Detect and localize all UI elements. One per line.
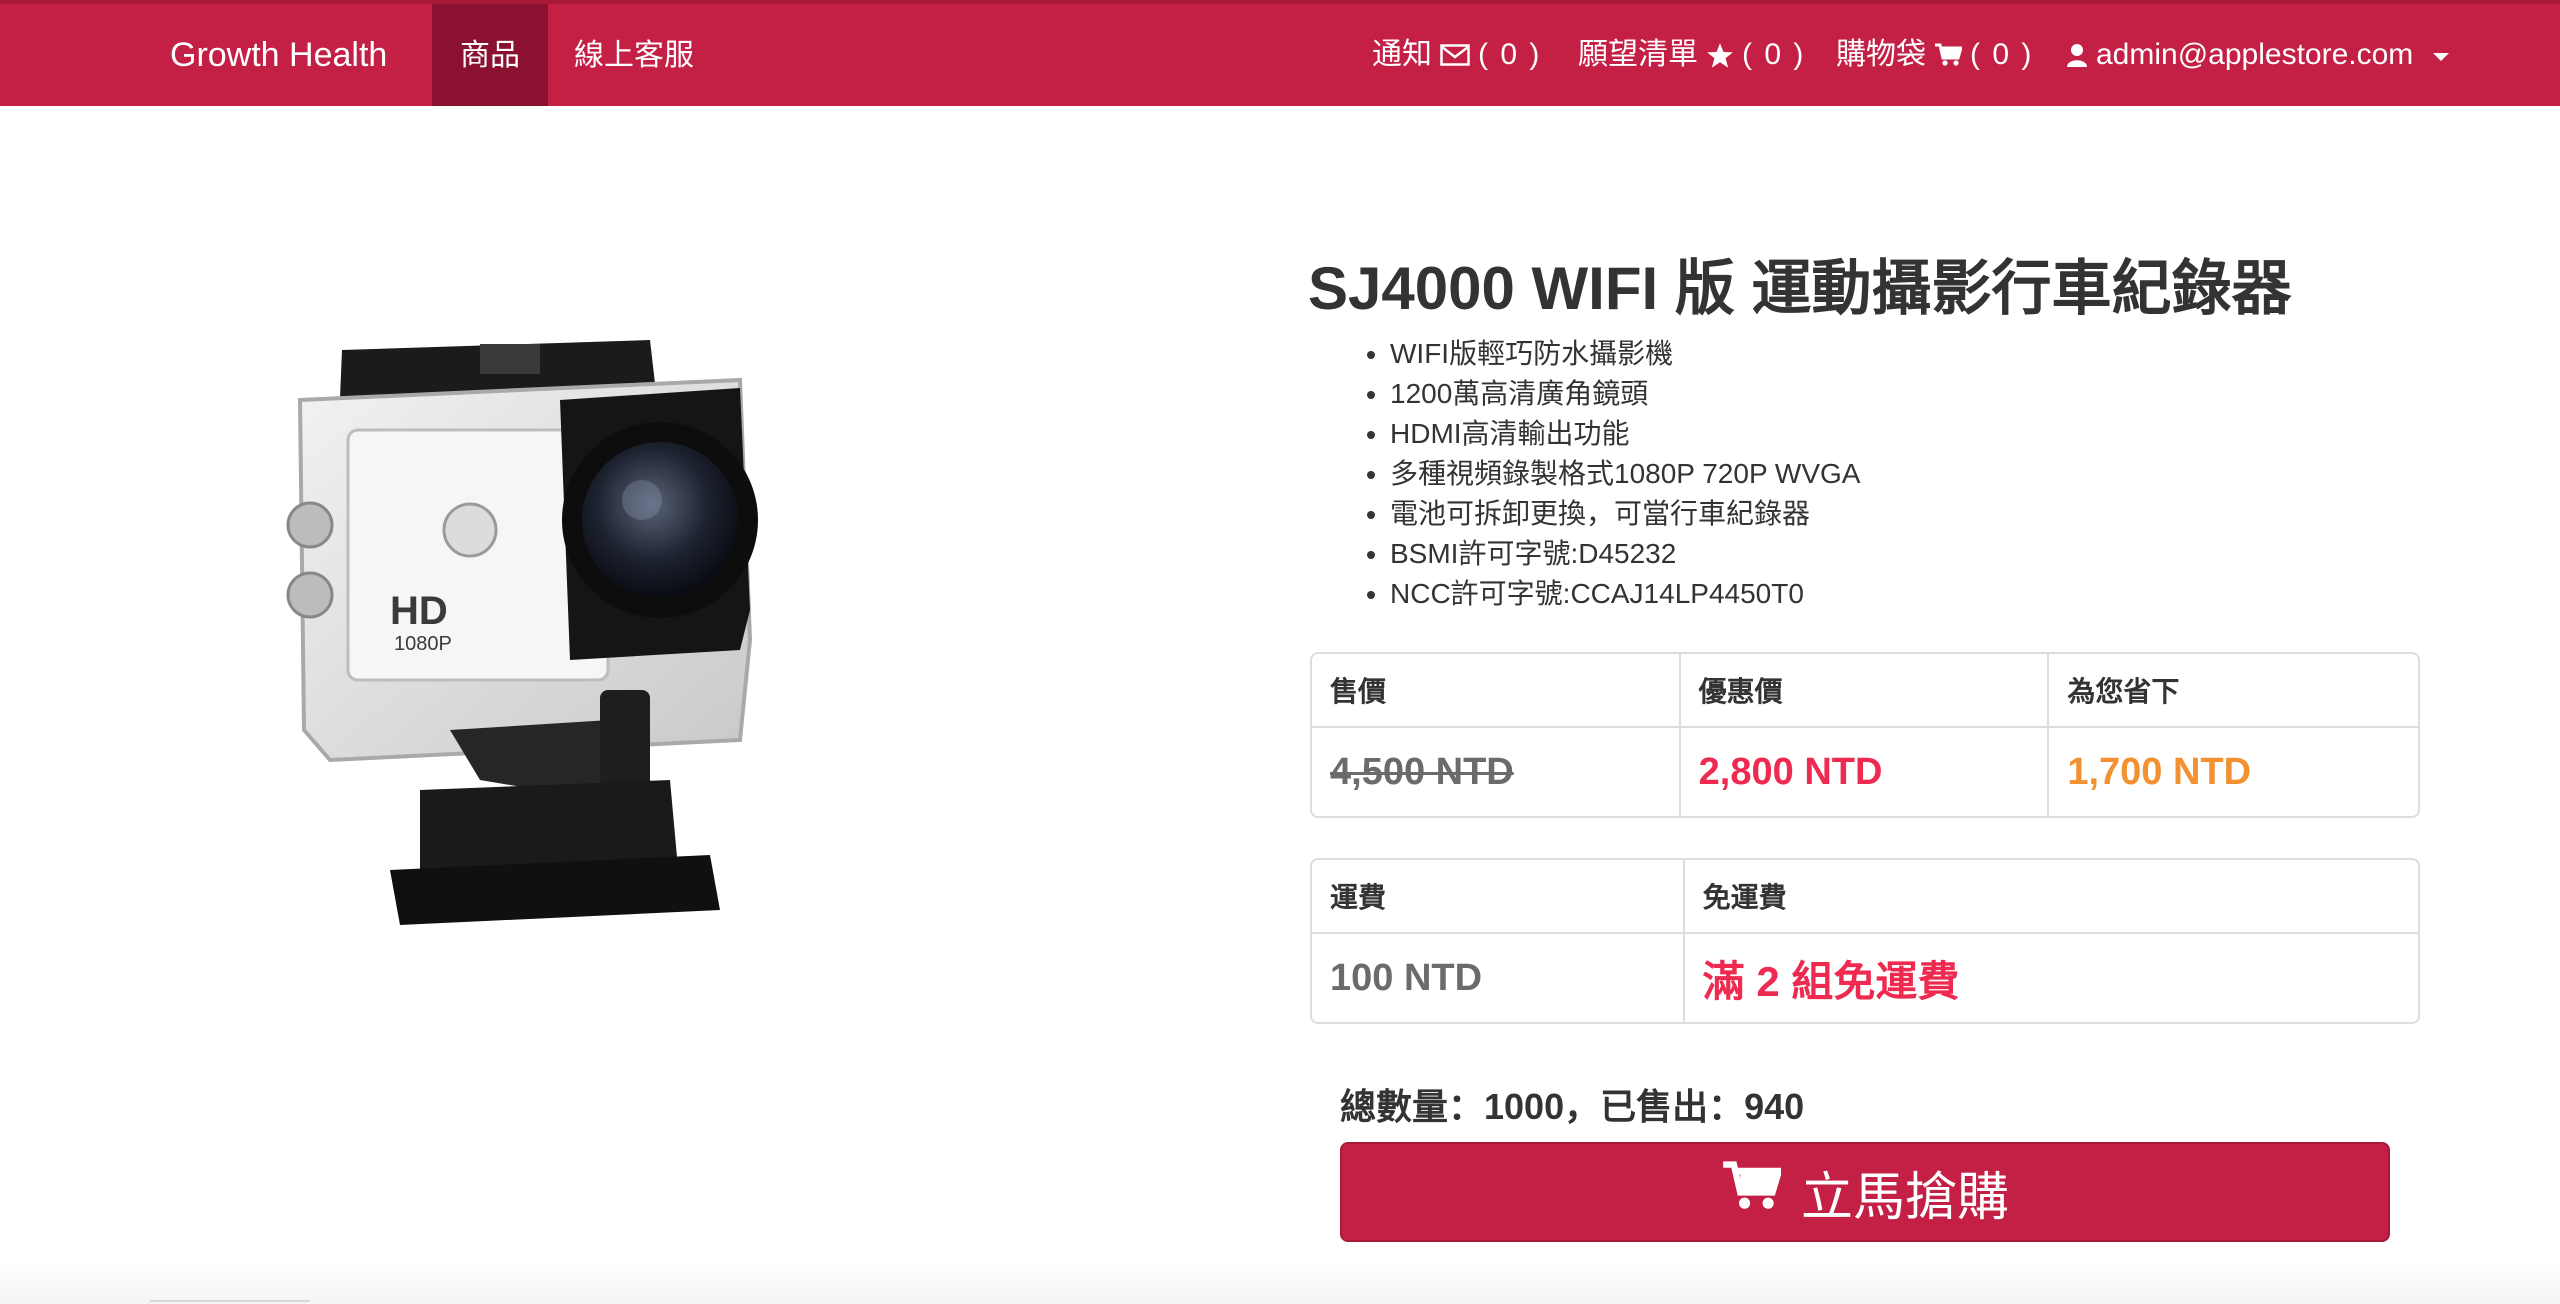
star-icon: [1706, 42, 1734, 69]
free-shipping-header: 免運費: [1702, 882, 1787, 913]
feature-item: NCC許可字號:CCAJ14LP4450T0: [1390, 574, 1860, 614]
feature-item: WIFI版輕巧防水攝影機: [1390, 334, 1860, 374]
divider-tick: [150, 1300, 310, 1302]
nav-notifications[interactable]: 通知 ( 0 ): [1372, 4, 1541, 106]
camera-hd-text: HD: [390, 589, 448, 633]
notifications-count: ( 0 ): [1478, 38, 1542, 71]
saving-header: 為您省下: [2067, 676, 2180, 707]
feature-item: 多種視頻錄製格式1080P 720P WVGA: [1390, 454, 1860, 494]
top-navbar: Growth Health 商品 線上客服 通知 ( 0 ) 願望清單 ( 0 …: [0, 0, 2560, 106]
wishlist-count: ( 0 ): [1742, 38, 1806, 71]
stock-info: 總數量：1000，已售出：940: [1340, 1086, 1805, 1127]
camera-resolution-text: 1080P: [394, 633, 452, 655]
cart-icon: [1934, 43, 1962, 67]
user-icon: [2066, 43, 2088, 67]
feature-list: WIFI版輕巧防水攝影機 1200萬高清廣角鏡頭 HDMI高清輸出功能 多種視頻…: [1348, 334, 1860, 614]
buy-now-button[interactable]: 立馬搶購: [1340, 1142, 2390, 1242]
feature-item: 電池可拆卸更換，可當行車紀錄器: [1390, 494, 1860, 534]
nav-support[interactable]: 線上客服: [548, 4, 720, 106]
price-table: 售價 優惠價 為您省下 4,500 NTD 2,800 NTD 1,700 NT…: [1310, 652, 2420, 818]
shipping-fee: 100 NTD: [1312, 934, 1685, 1022]
cart-label: 購物袋: [1836, 38, 1926, 71]
product-image: HD 1080P: [270, 310, 830, 950]
notifications-label: 通知: [1372, 38, 1432, 71]
envelope-icon: [1440, 44, 1470, 66]
product-title: SJ4000 WIFI 版 運動攝影行車紀錄器: [1308, 255, 2292, 322]
brand-link[interactable]: Growth Health: [170, 4, 387, 106]
buy-now-label: 立馬搶購: [1800, 1168, 2009, 1227]
discount-price: 2,800 NTD: [1681, 728, 2050, 816]
feature-item: BSMI許可字號:D45232: [1390, 534, 1860, 574]
page-bottom-divider: [0, 1266, 2560, 1304]
chevron-down-icon: [2433, 53, 2450, 61]
nav-cart[interactable]: 購物袋 ( 0 ): [1836, 4, 2033, 106]
feature-item: 1200萬高清廣角鏡頭: [1390, 374, 1860, 414]
cart-count: ( 0 ): [1970, 38, 2034, 71]
nav-products[interactable]: 商品: [432, 4, 548, 106]
nav-wishlist[interactable]: 願望清單 ( 0 ): [1578, 4, 1805, 106]
feature-item: HDMI高清輸出功能: [1390, 414, 1860, 454]
saving-amount: 1,700 NTD: [2067, 750, 2252, 793]
original-price: 4,500 NTD: [1312, 728, 1681, 816]
free-shipping-rule: 滿 2 組免運費: [1702, 957, 1960, 1005]
shipping-table: 運費 免運費 100 NTD 滿 2 組免運費: [1310, 858, 2420, 1024]
price-header: 售價: [1312, 654, 1681, 726]
cart-icon: [1721, 1160, 1784, 1225]
discount-header: 優惠價: [1681, 654, 2050, 726]
user-menu[interactable]: admin@applestore.com: [2066, 4, 2450, 106]
wishlist-label: 願望清單: [1578, 38, 1698, 71]
shipping-fee-header: 運費: [1312, 860, 1685, 932]
user-email: admin@applestore.com: [2096, 38, 2414, 71]
original-price-value: 4,500 NTD: [1330, 750, 1514, 793]
